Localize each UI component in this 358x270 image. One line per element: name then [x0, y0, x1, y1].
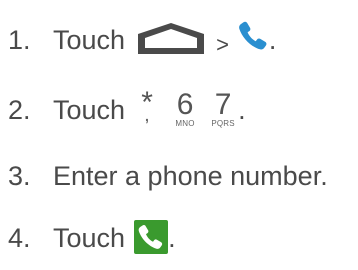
- step-end: .: [168, 222, 176, 253]
- dialpad-key-6: 6 MNO: [172, 90, 198, 130]
- key-sub: MNO: [175, 119, 195, 128]
- step-number: 3.: [8, 160, 31, 191]
- step-text: Touch: [53, 222, 126, 253]
- dialpad-key-star: * ,: [134, 88, 160, 130]
- step-end: .: [268, 24, 277, 55]
- call-button-icon: [134, 220, 169, 254]
- step-text: Touch: [53, 94, 126, 125]
- key-sub: PQRS: [211, 119, 235, 128]
- key-sub: ,: [145, 108, 150, 124]
- step-4: 4. Touch .: [8, 214, 176, 262]
- key-main: 6: [176, 88, 194, 121]
- step-1: 1. Touch > .: [8, 16, 276, 64]
- key-main: 7: [214, 88, 232, 121]
- step-text: Touch: [53, 24, 126, 55]
- home-icon: [134, 20, 208, 56]
- step-3: 3. Enter a phone number.: [8, 152, 328, 200]
- step-2: 2. Touch * , 6 MNO 7 PQRS .: [8, 86, 246, 134]
- step-number: 1.: [8, 24, 31, 55]
- step-number: 2.: [8, 94, 31, 125]
- step-text: Enter a phone number.: [53, 160, 328, 191]
- dialpad-key-7: 7 PQRS: [210, 90, 236, 130]
- step-number: 4.: [8, 222, 31, 253]
- instruction-steps: 1. Touch > . 2. Touch * , 6 MNO 7 PQRS .…: [0, 0, 358, 270]
- separator: >: [216, 32, 229, 57]
- phone-icon: [237, 19, 269, 51]
